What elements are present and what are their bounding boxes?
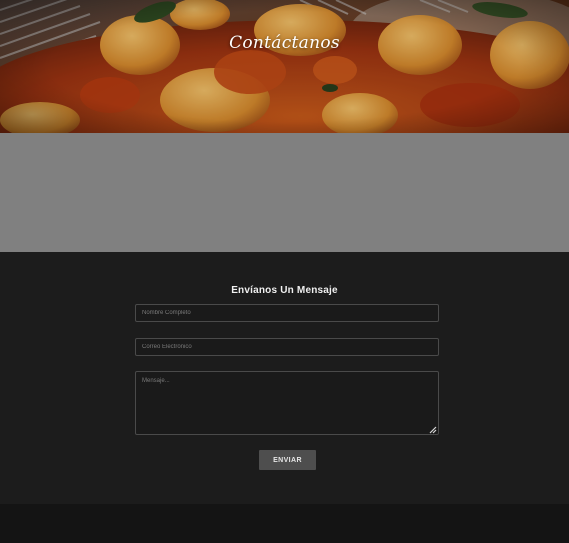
contact-form-section: Envíanos Un Mensaje ENVIAR xyxy=(0,252,569,504)
full-name-input[interactable] xyxy=(135,304,439,322)
footer xyxy=(0,504,569,543)
contact-page: Contáctanos Envíanos Un Mensaje ENVIAR xyxy=(0,0,569,543)
page-title: Contáctanos xyxy=(229,33,340,53)
message-textarea[interactable] xyxy=(135,371,439,435)
resize-handle-icon[interactable] xyxy=(428,425,437,434)
send-button[interactable]: ENVIAR xyxy=(259,450,316,470)
hero-food-image xyxy=(0,0,569,133)
hero-banner: Contáctanos xyxy=(0,0,569,133)
map-placeholder xyxy=(0,133,569,252)
form-heading: Envíanos Un Mensaje xyxy=(231,285,338,296)
email-input[interactable] xyxy=(135,338,439,356)
